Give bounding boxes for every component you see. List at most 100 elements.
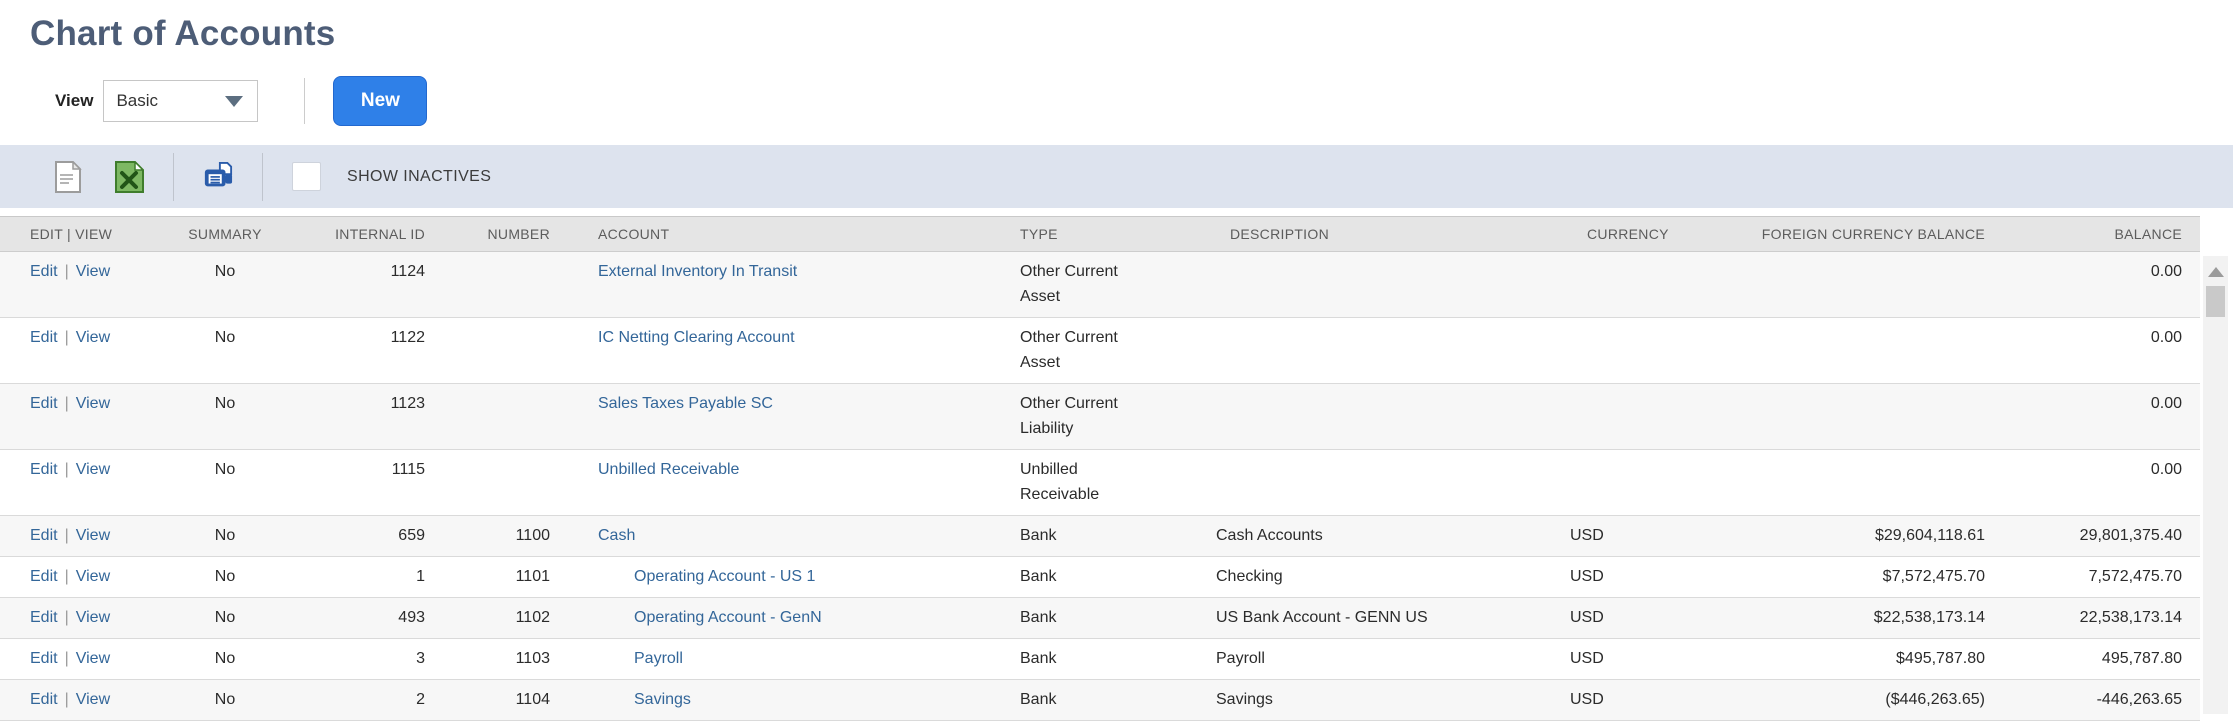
scrollbar-thumb[interactable]: [2206, 286, 2225, 317]
toolbar-separator: [262, 152, 263, 201]
toolbar-separator: [173, 152, 174, 201]
edit-link[interactable]: Edit: [30, 395, 58, 412]
summary-cell: No: [170, 515, 280, 557]
balance-cell: 495,787.80: [2000, 638, 2200, 680]
table-row: Edit | View No 1115 Unbilled Receivable Un…: [0, 449, 2200, 516]
table-row: Edit | View No 659 1100 Cash Bank Cash Acc…: [0, 515, 2200, 557]
account-link[interactable]: IC Netting Clearing Account: [598, 329, 795, 346]
col-header-number: NUMBER: [440, 216, 565, 252]
view-link[interactable]: View: [76, 461, 110, 478]
edit-link[interactable]: Edit: [30, 527, 58, 544]
foreign-currency-balance-cell: $495,787.80: [1725, 638, 2000, 680]
view-link[interactable]: View: [76, 691, 110, 708]
view-link[interactable]: View: [76, 568, 110, 585]
internal-id-cell: 2: [280, 679, 440, 721]
description-cell: US Bank Account - GENN US: [1200, 597, 1555, 639]
account-link[interactable]: Cash: [598, 527, 635, 544]
internal-id-cell: 1123: [280, 383, 440, 450]
internal-id-cell: 1: [280, 556, 440, 598]
account-cell: Cash: [565, 515, 1005, 557]
account-cell: External Inventory In Transit: [565, 251, 1005, 318]
foreign-currency-balance-cell: $29,604,118.61: [1725, 515, 2000, 557]
spacer: [0, 208, 2233, 216]
foreign-currency-balance-cell: ($446,263.65): [1725, 679, 2000, 721]
account-cell: Operating Account - GenN: [565, 597, 1005, 639]
description-cell: Checking: [1200, 556, 1555, 598]
account-link[interactable]: Operating Account - US 1: [598, 564, 815, 589]
number-cell: [440, 317, 565, 384]
currency-cell: [1555, 449, 1725, 516]
view-select[interactable]: Basic: [103, 80, 259, 122]
number-cell: 1104: [440, 679, 565, 721]
summary-cell: No: [170, 449, 280, 516]
view-link[interactable]: View: [76, 263, 110, 280]
account-link[interactable]: Payroll: [598, 646, 683, 671]
account-link[interactable]: Savings: [598, 687, 691, 712]
balance-cell: -446,263.65: [2000, 679, 2200, 721]
link-separator: |: [64, 395, 69, 412]
account-cell: Payroll: [565, 638, 1005, 680]
number-cell: 1100: [440, 515, 565, 557]
edit-link[interactable]: Edit: [30, 568, 58, 585]
balance-cell: 7,572,475.70: [2000, 556, 2200, 598]
show-inactives-checkbox[interactable]: [292, 162, 321, 191]
account-cell: IC Netting Clearing Account: [565, 317, 1005, 384]
currency-cell: [1555, 251, 1725, 318]
summary-cell: No: [170, 679, 280, 721]
view-link[interactable]: View: [76, 609, 110, 626]
type-cell: Bank: [1005, 515, 1200, 557]
currency-cell: USD: [1555, 638, 1725, 680]
scroll-up-arrow-icon[interactable]: [2207, 267, 2224, 277]
edit-view-cell: Edit | View: [0, 556, 170, 598]
col-header-type: TYPE: [1005, 216, 1200, 252]
view-link[interactable]: View: [76, 329, 110, 346]
edit-link[interactable]: Edit: [30, 263, 58, 280]
new-button[interactable]: New: [333, 76, 428, 126]
description-cell: Payroll: [1200, 638, 1555, 680]
edit-link[interactable]: Edit: [30, 461, 58, 478]
view-link[interactable]: View: [76, 527, 110, 544]
edit-link[interactable]: Edit: [30, 650, 58, 667]
col-header-foreign-currency-balance: FOREIGN CURRENCY BALANCE: [1725, 216, 2000, 252]
link-separator: |: [64, 461, 69, 478]
accounts-table-region: EDIT | VIEW SUMMARY INTERNAL ID NUMBER A…: [0, 216, 2233, 721]
view-link[interactable]: View: [76, 650, 110, 667]
currency-cell: USD: [1555, 679, 1725, 721]
edit-view-cell: Edit | View: [0, 597, 170, 639]
view-link[interactable]: View: [76, 395, 110, 412]
list-toolbar: SHOW INACTIVES: [0, 145, 2233, 208]
type-cell: Other Current Liability: [1005, 383, 1200, 450]
account-link[interactable]: Operating Account - GenN: [598, 605, 822, 630]
type-cell: Other Current Asset: [1005, 251, 1200, 318]
type-cell: Unbilled Receivable: [1005, 449, 1200, 516]
edit-view-cell: Edit | View: [0, 515, 170, 557]
vertical-scrollbar[interactable]: [2203, 256, 2228, 714]
link-separator: |: [64, 691, 69, 708]
col-header-summary: SUMMARY: [170, 216, 280, 252]
link-separator: |: [64, 263, 69, 280]
internal-id-cell: 1124: [280, 251, 440, 318]
printer-icon[interactable]: [203, 161, 233, 193]
foreign-currency-balance-cell: [1725, 383, 2000, 450]
csv-file-icon[interactable]: [53, 160, 83, 193]
foreign-currency-balance-cell: [1725, 317, 2000, 384]
account-link[interactable]: External Inventory In Transit: [598, 263, 797, 280]
internal-id-cell: 3: [280, 638, 440, 680]
edit-link[interactable]: Edit: [30, 691, 58, 708]
currency-cell: USD: [1555, 597, 1725, 639]
edit-link[interactable]: Edit: [30, 329, 58, 346]
account-cell: Savings: [565, 679, 1005, 721]
balance-cell: 0.00: [2000, 383, 2200, 450]
edit-link[interactable]: Edit: [30, 609, 58, 626]
account-link[interactable]: Sales Taxes Payable SC: [598, 395, 773, 412]
excel-file-icon[interactable]: [114, 160, 144, 193]
account-link[interactable]: Unbilled Receivable: [598, 461, 739, 478]
header-row: EDIT | VIEW SUMMARY INTERNAL ID NUMBER A…: [0, 216, 2200, 252]
type-cell: Other Current Asset: [1005, 317, 1200, 384]
edit-view-cell: Edit | View: [0, 317, 170, 384]
balance-cell: 0.00: [2000, 317, 2200, 384]
chevron-down-icon: [225, 95, 244, 107]
summary-cell: No: [170, 597, 280, 639]
link-separator: |: [64, 329, 69, 346]
table-row: Edit | View No 1123 Sales Taxes Payable SC…: [0, 383, 2200, 450]
